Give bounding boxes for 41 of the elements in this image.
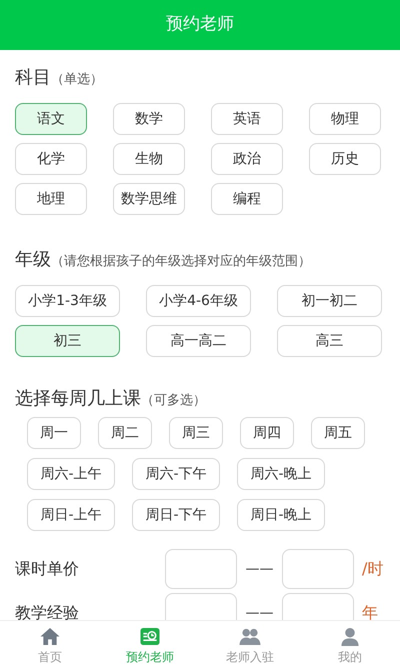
field-label: 课时单价: [15, 558, 80, 580]
option-chip[interactable]: 周六-下午: [132, 458, 220, 490]
option-chip[interactable]: 数学: [113, 103, 185, 135]
option-chip[interactable]: 历史: [309, 143, 381, 175]
section-hint: （可多选）: [141, 392, 206, 410]
option-chip[interactable]: 英语: [211, 103, 283, 135]
option-chip[interactable]: 政治: [211, 143, 283, 175]
option-chip[interactable]: 周日-上午: [27, 499, 115, 531]
option-chip[interactable]: 地理: [15, 183, 87, 215]
unit-label: /时: [362, 558, 384, 580]
range-dash: ——: [244, 560, 274, 578]
field-label: 教学经验: [15, 602, 80, 620]
option-chip[interactable]: 小学1-3年级: [15, 285, 120, 317]
section-title: 科目: [15, 66, 51, 90]
option-chip[interactable]: 物理: [309, 103, 381, 135]
unit-label: 年: [362, 602, 378, 620]
option-chip[interactable]: 高一高二: [146, 325, 251, 357]
option-chip[interactable]: 小学4-6年级: [146, 285, 251, 317]
option-chip[interactable]: 周四: [240, 417, 294, 449]
option-chip[interactable]: 语文: [15, 103, 87, 135]
section-title: 年级: [15, 248, 51, 272]
option-chip[interactable]: 高三: [277, 325, 382, 357]
screen-title: 预约老师: [166, 13, 234, 36]
option-chip[interactable]: 周六-上午: [27, 458, 115, 490]
option-chip[interactable]: 周一: [27, 417, 81, 449]
option-chip[interactable]: 周六-晚上: [237, 458, 325, 490]
section-title: 选择每周几上课: [15, 387, 141, 411]
option-chip[interactable]: 周五: [311, 417, 365, 449]
option-chip[interactable]: 周三: [169, 417, 223, 449]
option-chip[interactable]: 化学: [15, 143, 87, 175]
option-chip[interactable]: 编程: [211, 183, 283, 215]
option-chip[interactable]: 周日-下午: [132, 499, 220, 531]
option-chip[interactable]: 数学思维: [113, 183, 185, 215]
option-chip[interactable]: 生物: [113, 143, 185, 175]
option-chip[interactable]: 初一初二: [277, 285, 382, 317]
section-hint: （请您根据孩子的年级选择对应的年级范围）: [51, 253, 311, 271]
range-dash: ——: [244, 604, 274, 620]
option-chip[interactable]: 初三: [15, 325, 120, 357]
option-chip[interactable]: 周日-晚上: [237, 499, 325, 531]
section-hint: （单选）: [51, 71, 103, 89]
option-chip[interactable]: 周二: [98, 417, 152, 449]
